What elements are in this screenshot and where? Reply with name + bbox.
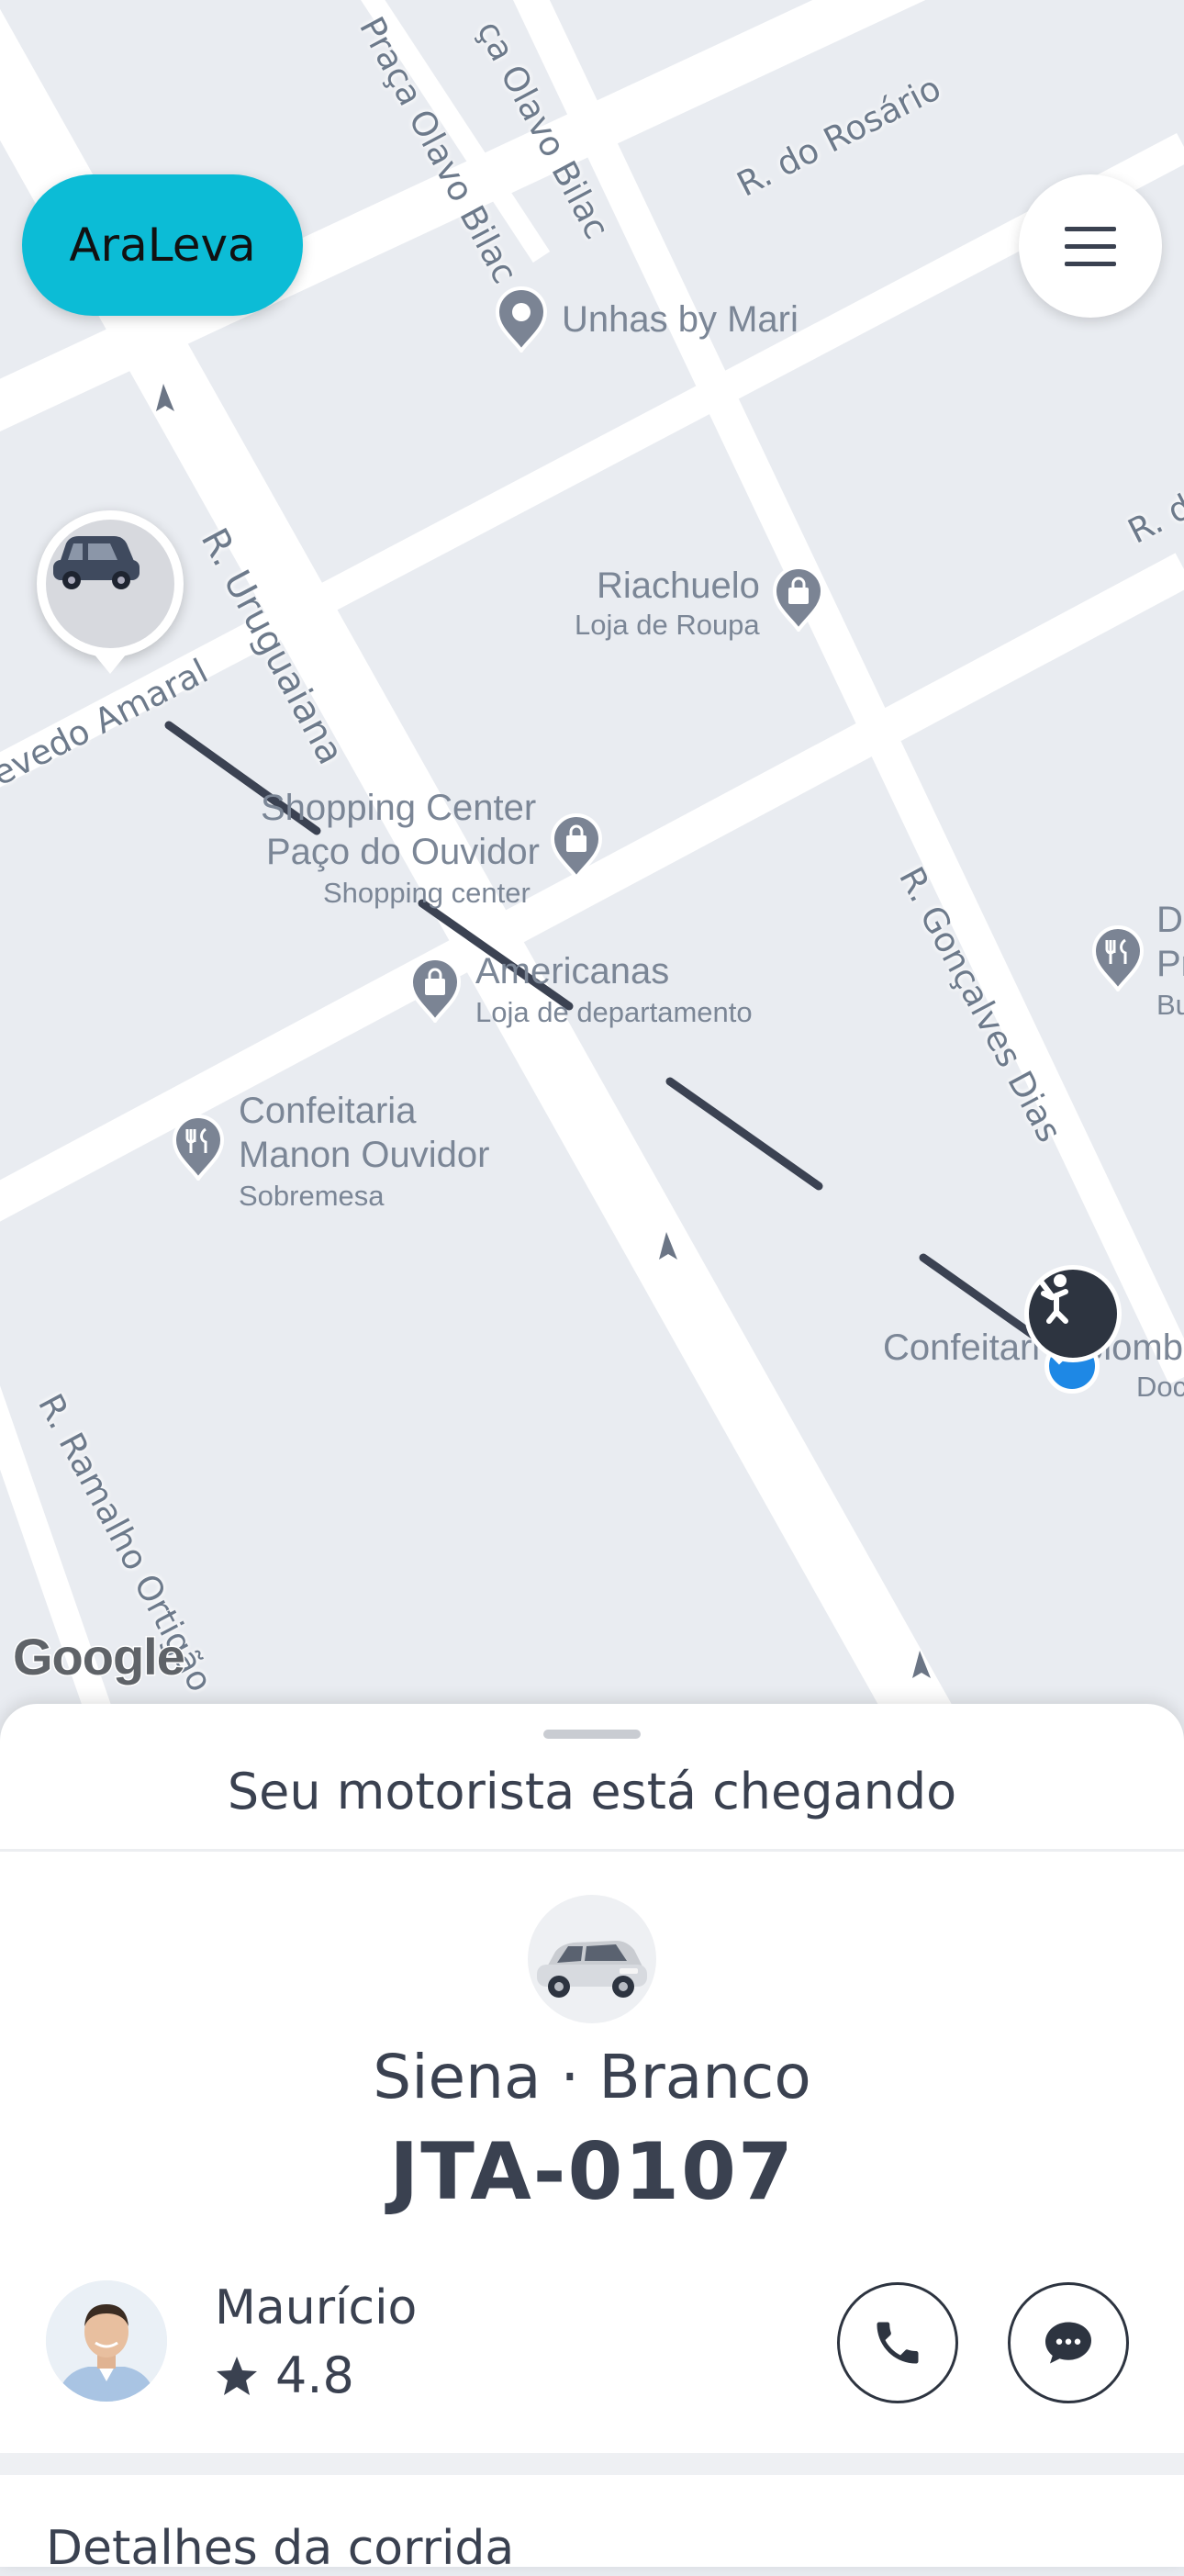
section-separator (0, 2453, 1184, 2475)
shopping-bag-icon[interactable] (549, 812, 604, 879)
poi-label-edge-2[interactable]: Pr (1156, 944, 1184, 984)
phone-icon (877, 2322, 919, 2364)
driver-name: Maurício (215, 2280, 418, 2335)
ride-status-sheet[interactable]: Seu motorista está chegando Siena · Bran… (0, 1704, 1184, 2576)
sheet-drag-handle[interactable] (543, 1730, 641, 1739)
poi-sublabel-colombo: Doc (1136, 1371, 1184, 1403)
google-attribution: Google (12, 1627, 187, 1687)
driver-rating: 4.8 (215, 2346, 354, 2404)
star-icon (217, 2356, 257, 2395)
car-icon (46, 520, 174, 648)
poi-label-edge-1[interactable]: D (1156, 900, 1183, 940)
divider (0, 1849, 1184, 1852)
driver-car-marker[interactable] (37, 510, 184, 657)
poi-label-manon-2[interactable]: Manon Ouvidor (239, 1135, 489, 1175)
poi-sublabel-shopping: Shopping center (323, 877, 531, 909)
ride-details-heading[interactable]: Detalhes da corrida (46, 2521, 514, 2576)
vehicle-model-color: Siena · Branco (373, 2042, 811, 2112)
restaurant-icon[interactable] (171, 1113, 226, 1181)
poi-label-riachuelo[interactable]: Riachuelo (597, 566, 760, 606)
shopping-bag-icon[interactable] (771, 564, 826, 632)
hamburger-menu-icon (1065, 226, 1116, 266)
poi-label-unhas[interactable]: Unhas by Mari (562, 299, 799, 340)
rating-value: 4.8 (275, 2346, 354, 2404)
restaurant-icon[interactable] (1090, 924, 1145, 991)
poi-sublabel-riachuelo: Loja de Roupa (575, 609, 760, 641)
brand-logo-button[interactable]: AraLeva (22, 174, 303, 316)
poi-label-americanas[interactable]: Americanas (475, 951, 669, 991)
passenger-waving-icon[interactable] (1024, 1265, 1122, 1362)
poi-label-shopping-1[interactable]: Shopping Center (261, 788, 536, 828)
menu-button[interactable] (1019, 174, 1162, 318)
poi-sublabel-manon: Sobremesa (239, 1180, 385, 1212)
chat-driver-button[interactable] (1008, 2282, 1129, 2403)
poi-label-manon-1[interactable]: Confeitaria (239, 1091, 416, 1131)
vehicle-image (528, 1895, 656, 2023)
chat-icon (1045, 2322, 1091, 2364)
license-plate: JTA-0107 (389, 2126, 795, 2218)
poi-sublabel-edge: Bu (1156, 989, 1184, 1021)
sheet-title: Seu motorista está chegando (227, 1763, 957, 1820)
poi-label-shopping-2[interactable]: Paço do Ouvidor (266, 832, 540, 872)
brand-name: AraLeva (69, 218, 256, 272)
call-driver-button[interactable] (837, 2282, 958, 2403)
shopping-bag-icon[interactable] (408, 955, 463, 1023)
driver-avatar[interactable] (46, 2280, 167, 2402)
poi-sublabel-americanas: Loja de departamento (475, 996, 753, 1028)
poi-label-colombo-a[interactable]: Confeitari (883, 1327, 1040, 1368)
location-pin-icon[interactable] (494, 285, 549, 353)
car-marker-pointer (94, 654, 127, 674)
